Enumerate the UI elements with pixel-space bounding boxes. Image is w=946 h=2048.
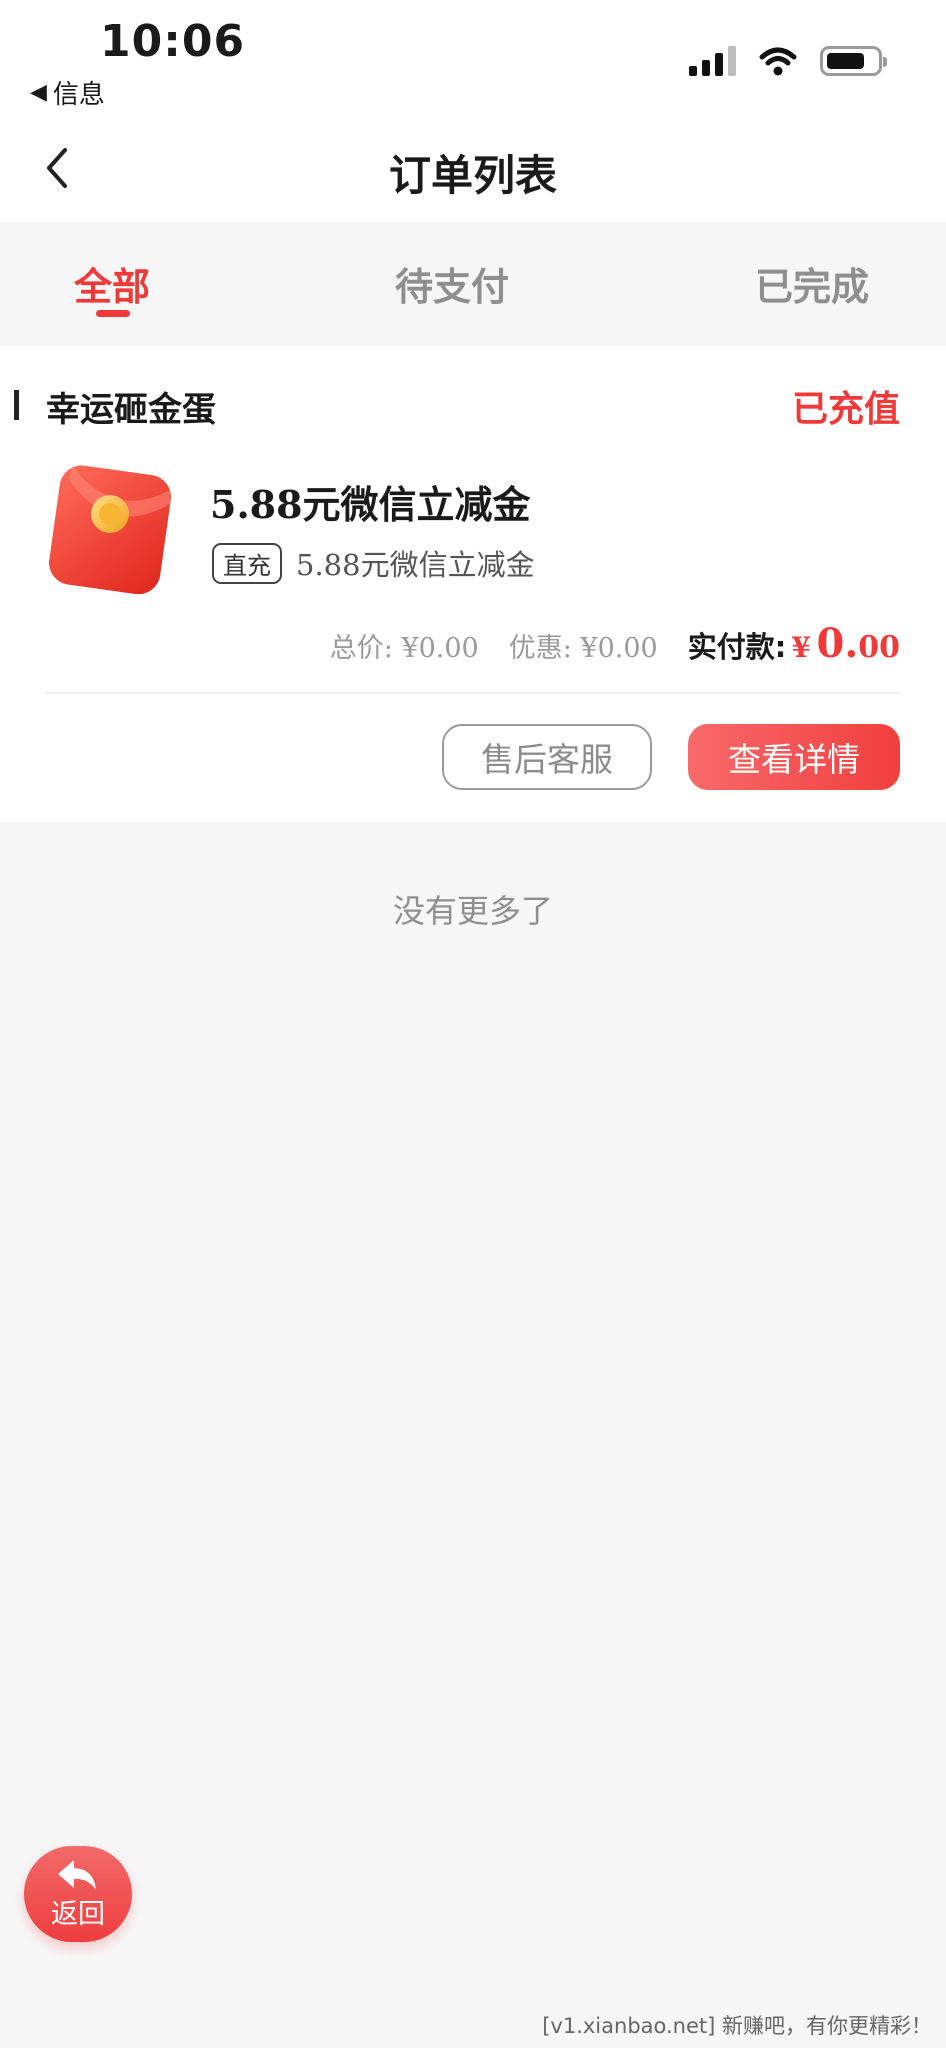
paid-value: ¥ 0.00 [791, 620, 900, 667]
status-time: 10:06 [100, 16, 246, 67]
watermark-text: [v1.xianbao.net] 新赚吧，有你更精彩！ [542, 2014, 932, 2038]
back-triangle-icon: ◀ [30, 80, 47, 105]
discount-label: 优惠: [508, 633, 572, 664]
floating-back-label: 返回 [51, 1898, 105, 1930]
tab-pending-payment[interactable]: 待支付 [395, 256, 509, 311]
battery-icon [820, 46, 887, 76]
recharge-type-tag: 直充 [212, 542, 282, 584]
price-row: 总价: ¥0.00 优惠: ¥0.00 实付款: ¥ 0.00 [330, 620, 900, 667]
nav-bar: 订单列表 [0, 120, 946, 222]
wifi-icon [759, 47, 797, 76]
paid-amount: 实付款: ¥ 0.00 [688, 620, 900, 667]
after-sales-service-button[interactable]: 售后客服 [442, 724, 652, 790]
tab-completed[interactable]: 已完成 [755, 256, 869, 311]
discount: 优惠: ¥0.00 [509, 626, 658, 665]
order-tabs: 全部 待支付 已完成 [0, 222, 946, 346]
product-subtitle: 5.88元微信立减金 [296, 548, 535, 582]
shop-accent-bar [14, 390, 19, 420]
status-icons [689, 46, 887, 76]
red-envelope-icon [49, 465, 171, 594]
view-details-button[interactable]: 查看详情 [688, 724, 900, 790]
status-bar: 10:06 ◀ 信息 [0, 0, 946, 120]
tab-all[interactable]: 全部 [74, 256, 150, 311]
back-app-label: 信息 [52, 80, 105, 110]
total-label: 总价: [329, 633, 393, 664]
order-status: 已充值 [791, 389, 900, 430]
paid-label: 实付款: [687, 630, 787, 664]
tab-indicator [96, 310, 130, 317]
discount-value: ¥0.00 [580, 633, 658, 664]
signal-icon [689, 46, 736, 76]
product-title: 5.88元微信立减金 [210, 482, 531, 527]
page-title: 订单列表 [388, 151, 557, 200]
product-meta: 直充 5.88元微信立减金 [212, 542, 535, 584]
floating-back-button[interactable]: 返回 [24, 1846, 132, 1942]
total-value: ¥0.00 [401, 633, 479, 664]
list-end-text: 没有更多了 [392, 892, 553, 930]
total-price: 总价: ¥0.00 [330, 626, 479, 665]
shop-name: 幸运砸金蛋 [46, 390, 216, 430]
card-divider [46, 692, 900, 694]
back-to-app[interactable]: ◀ 信息 [30, 74, 105, 111]
return-arrow-icon [58, 1859, 96, 1890]
order-card[interactable]: 幸运砸金蛋 已充值 5.88元微信立减金 直充 5.88元微信立减金 总价: ¥… [0, 346, 946, 822]
